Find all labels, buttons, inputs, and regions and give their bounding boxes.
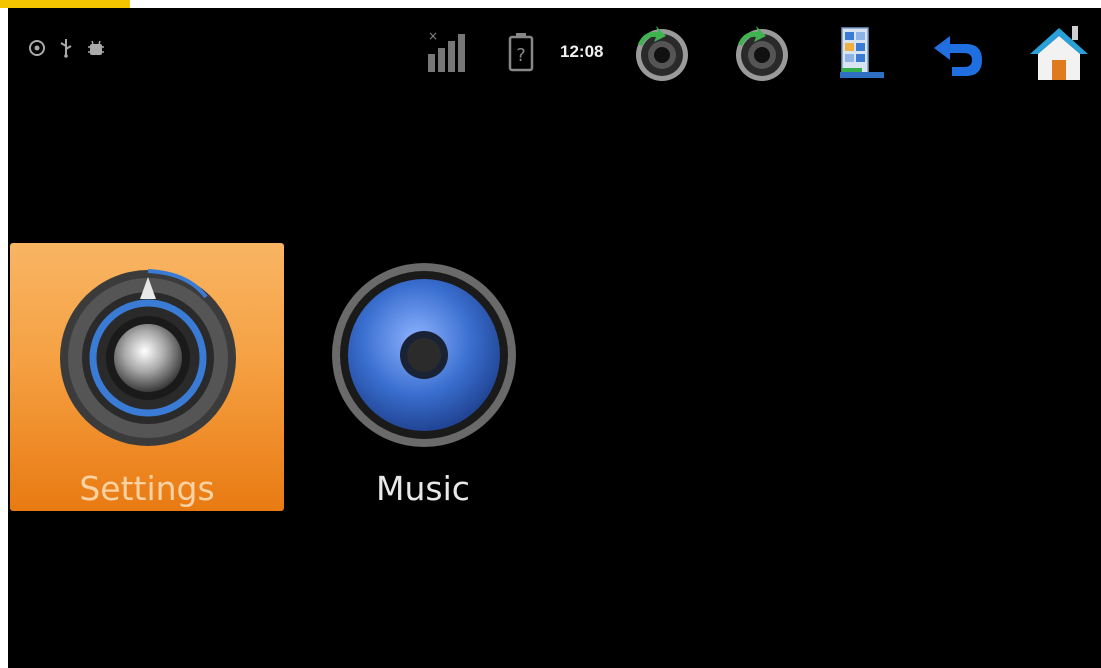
app-music[interactable]: Music xyxy=(286,243,560,511)
home-button[interactable] xyxy=(1028,22,1090,84)
usb-icon xyxy=(60,39,72,58)
signal-bars-icon: × xyxy=(428,30,465,72)
home-icon xyxy=(1030,26,1088,80)
app-settings[interactable]: Settings xyxy=(10,243,284,511)
android-debug-icon xyxy=(88,40,104,55)
settings-knob-icon xyxy=(60,269,236,446)
speaker-icon xyxy=(332,263,516,447)
app-label: Music xyxy=(376,469,470,508)
back-arrow-icon xyxy=(934,36,982,76)
android-screen: × ? 12:08 Settings Music xyxy=(8,8,1101,668)
speaker-knob-arrow-icon xyxy=(736,26,788,81)
volume-up-button[interactable] xyxy=(730,22,792,84)
speaker-knob-arrow-icon xyxy=(636,26,688,81)
menu-panel-icon xyxy=(840,27,884,78)
corner-accent xyxy=(0,0,130,8)
menu-button[interactable] xyxy=(828,22,890,84)
back-button[interactable] xyxy=(928,22,990,84)
status-notifications xyxy=(28,38,106,58)
battery-unknown-icon: ? xyxy=(508,33,534,72)
status-clock: 12:08 xyxy=(560,42,604,61)
app-label: Settings xyxy=(79,469,215,508)
svg-text:×: × xyxy=(428,30,438,43)
sync-icon xyxy=(29,40,45,56)
svg-text:?: ? xyxy=(516,45,526,66)
volume-down-button[interactable] xyxy=(630,22,692,84)
